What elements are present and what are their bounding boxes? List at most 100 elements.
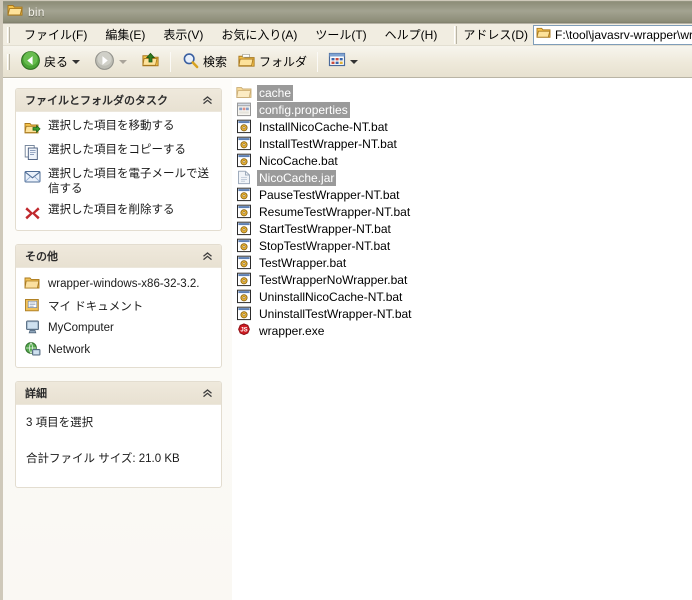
explorer-body: ファイルとフォルダのタスク 選択した項目を移動する 選択した項目をコピーする 選… [3, 78, 692, 600]
views-icon [328, 52, 346, 71]
panel-header[interactable]: ファイルとフォルダのタスク [16, 89, 221, 112]
chevron-up-icon[interactable] [200, 249, 214, 263]
file-list[interactable]: cache config.properties InstallNicoCache… [232, 79, 692, 600]
list-item[interactable]: NicoCache.jar [232, 169, 692, 186]
task-label: 選択した項目を移動する [48, 120, 175, 132]
folder-open-icon [7, 3, 23, 22]
list-item[interactable]: InstallNicoCache-NT.bat [232, 118, 692, 135]
list-item[interactable]: JS wrapper.exe [232, 322, 692, 339]
search-button[interactable]: 検索 [176, 50, 232, 74]
place-my-documents[interactable]: マイ ドキュメント [24, 297, 215, 314]
file-name: wrapper.exe [259, 323, 325, 338]
task-delete-items[interactable]: 選択した項目を削除する [24, 203, 215, 221]
file-name: StartTestWrapper-NT.bat [259, 221, 391, 236]
bat-file-icon [236, 153, 252, 169]
panel-details: 詳細 3 項目を選択 合計ファイル サイズ: 21.0 KB [15, 381, 222, 488]
back-label: 戻る [44, 55, 69, 69]
svg-text:JS: JS [240, 327, 247, 333]
panel-title: その他 [25, 251, 58, 263]
panel-header[interactable]: その他 [16, 245, 221, 268]
my-documents-icon [24, 297, 41, 314]
place-my-computer[interactable]: MyComputer [24, 319, 215, 336]
file-name: InstallNicoCache-NT.bat [259, 119, 388, 134]
list-item[interactable]: UninstallNicoCache-NT.bat [232, 288, 692, 305]
forward-dropdown-caret-icon[interactable] [119, 59, 128, 64]
properties-file-icon [236, 102, 252, 118]
menu-tools[interactable]: ツール(T) [306, 24, 375, 45]
list-item[interactable]: TestWrapperNoWrapper.bat [232, 271, 692, 288]
forward-button[interactable] [89, 50, 136, 74]
back-arrow-icon [20, 50, 41, 74]
views-dropdown-caret-icon[interactable] [350, 59, 359, 64]
back-button[interactable]: 戻る [15, 50, 89, 74]
copy-item-icon [24, 144, 41, 161]
task-email-items[interactable]: 選択した項目を電子メールで送信する [24, 167, 215, 197]
network-icon [24, 341, 41, 358]
file-name: UninstallTestWrapper-NT.bat [259, 306, 412, 321]
bat-file-icon [236, 289, 252, 305]
move-item-icon [24, 120, 41, 137]
bat-file-icon [236, 119, 252, 135]
address-gripper[interactable] [454, 25, 458, 44]
list-item[interactable]: UninstallTestWrapper-NT.bat [232, 305, 692, 322]
list-item[interactable]: ResumeTestWrapper-NT.bat [232, 203, 692, 220]
list-item[interactable]: StopTestWrapper-NT.bat [232, 237, 692, 254]
address-label: アドレス(D) [463, 28, 528, 42]
task-copy-items[interactable]: 選択した項目をコピーする [24, 143, 215, 161]
forward-arrow-icon [94, 50, 115, 74]
bat-file-icon [236, 272, 252, 288]
place-label: wrapper-windows-x86-32-3.2. [48, 277, 200, 290]
panel-title: 詳細 [25, 388, 47, 400]
toolbar-gripper[interactable] [7, 53, 10, 70]
file-name: cache [257, 84, 294, 101]
file-name: TestWrapperNoWrapper.bat [259, 272, 408, 287]
bat-file-icon [236, 136, 252, 152]
list-item[interactable]: NicoCache.bat [232, 152, 692, 169]
task-label: 選択した項目を削除する [48, 204, 175, 216]
details-total-size: 合計ファイル サイズ: 21.0 KB [26, 453, 180, 465]
place-parent-folder[interactable]: wrapper-windows-x86-32-3.2. [24, 275, 215, 292]
panel-other-places: その他 wrapper-windows-x86-32-3.2. マイ ドキュメン… [15, 244, 222, 368]
folders-label: フォルダ [259, 55, 308, 69]
menu-edit[interactable]: 編集(E) [96, 24, 154, 45]
panel-header[interactable]: 詳細 [16, 382, 221, 405]
wrapper-exe-icon: JS [236, 322, 252, 339]
jar-file-icon [236, 170, 252, 186]
file-name: NicoCache.jar [257, 169, 337, 186]
place-network[interactable]: Network [24, 341, 215, 358]
task-move-items[interactable]: 選択した項目を移動する [24, 119, 215, 137]
magnifier-icon [181, 51, 200, 73]
place-label: Network [48, 343, 91, 356]
menu-help[interactable]: ヘルプ(H) [376, 24, 447, 45]
menu-gripper[interactable] [7, 26, 10, 43]
list-item[interactable]: TestWrapper.bat [232, 254, 692, 271]
list-item[interactable]: PauseTestWrapper-NT.bat [232, 186, 692, 203]
file-name: NicoCache.bat [259, 153, 338, 168]
list-item[interactable]: InstallTestWrapper-NT.bat [232, 135, 692, 152]
window-title: bin [28, 5, 45, 19]
folder-icon [24, 275, 41, 292]
back-dropdown-caret-icon[interactable] [72, 59, 81, 64]
menu-file[interactable]: ファイル(F) [15, 24, 96, 45]
place-label: MyComputer [48, 321, 114, 334]
list-item[interactable]: cache [232, 84, 692, 101]
bat-file-icon [236, 221, 252, 237]
views-button[interactable] [323, 50, 367, 74]
file-name: UninstallNicoCache-NT.bat [259, 289, 403, 304]
address-input[interactable]: F:\tool\javasrv-wrapper\wrapper-windows-… [555, 28, 692, 42]
bat-file-icon [236, 255, 252, 271]
folder-icon [236, 85, 252, 101]
up-folder-icon [141, 51, 160, 73]
up-button[interactable] [136, 50, 165, 74]
chevron-up-icon[interactable] [200, 93, 214, 107]
address-bar[interactable]: F:\tool\javasrv-wrapper\wrapper-windows-… [533, 24, 692, 45]
bat-file-icon [236, 306, 252, 322]
list-item[interactable]: config.properties [232, 101, 692, 118]
chevron-up-icon[interactable] [200, 386, 214, 400]
menu-view[interactable]: 表示(V) [154, 24, 212, 45]
file-name: config.properties [257, 101, 350, 118]
folders-button[interactable]: フォルダ [232, 50, 312, 74]
toolbar-separator-2 [317, 51, 319, 72]
list-item[interactable]: StartTestWrapper-NT.bat [232, 220, 692, 237]
menu-favorites[interactable]: お気に入り(A) [212, 24, 306, 45]
